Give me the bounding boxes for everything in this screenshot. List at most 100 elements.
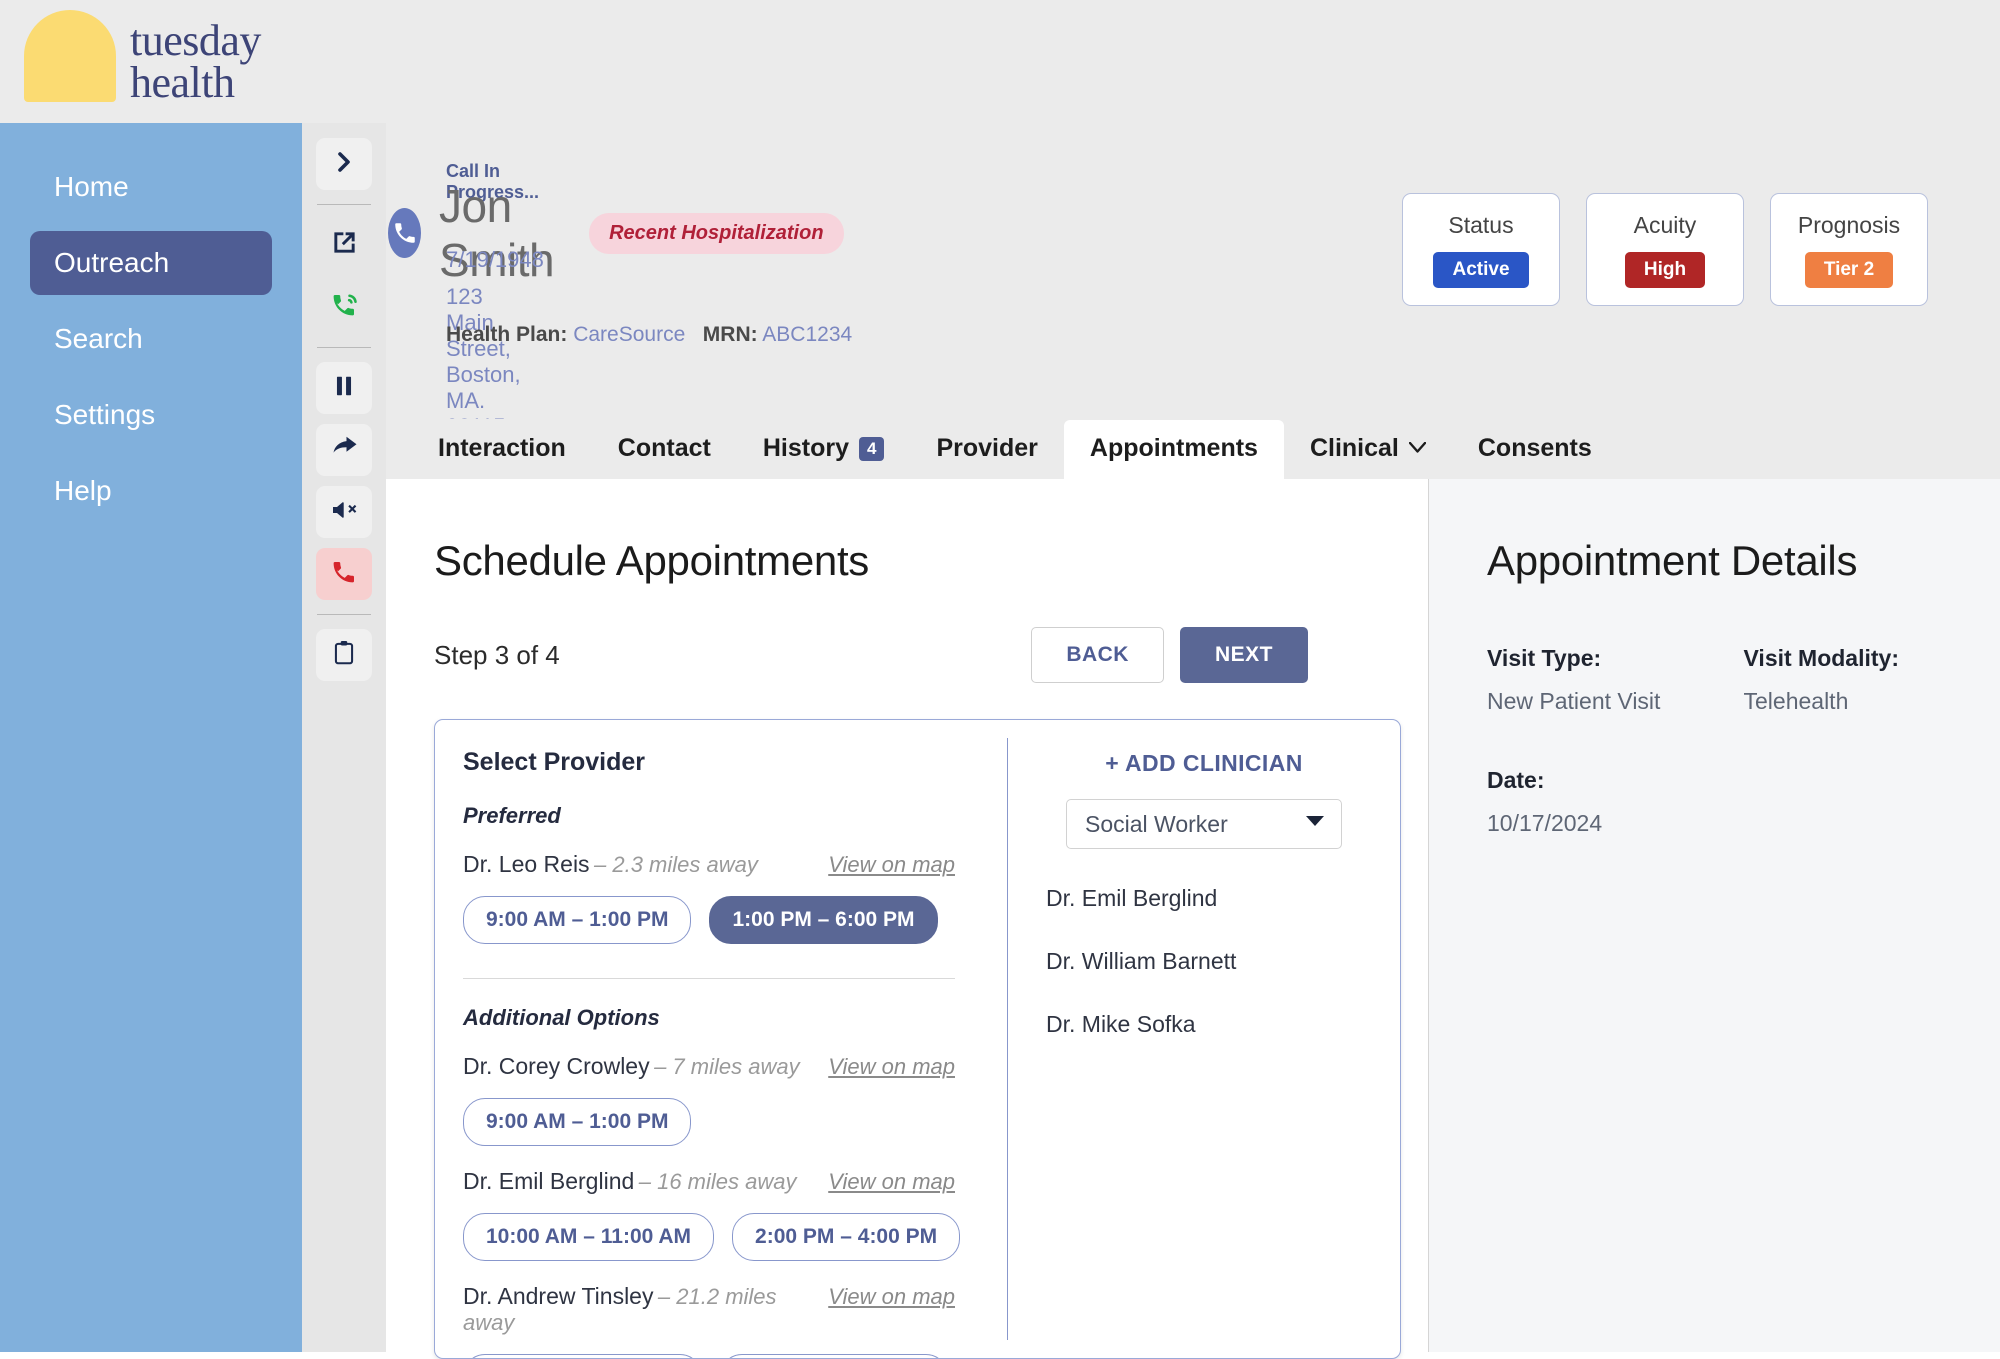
time-slot-row: 9:00 AM – 1:00 PM 1:00 PM – 6:00 PM — [463, 896, 1007, 944]
tab-label: Provider — [936, 434, 1037, 463]
sidebar-item-home[interactable]: Home — [30, 155, 272, 219]
date-block: Date: 10/17/2024 — [1487, 767, 2000, 837]
view-on-map-link[interactable]: View on map — [828, 852, 955, 878]
sidebar-item-settings[interactable]: Settings — [30, 383, 272, 447]
brand-logo[interactable]: tuesday health — [24, 10, 261, 108]
tab-clinical[interactable]: Clinical — [1284, 420, 1452, 479]
provider-row: Dr. Leo Reis – 2.3 miles away View on map — [463, 851, 955, 878]
time-slot-row: 10:00 AM – 11:00 AM 2:00 PM – 4:00 PM — [463, 1213, 1007, 1261]
pause-icon — [331, 373, 357, 404]
visit-modality-block: Visit Modality: Telehealth — [1744, 645, 2000, 715]
visit-modality-label: Visit Modality: — [1744, 645, 2000, 672]
sidebar-item-help[interactable]: Help — [30, 459, 272, 523]
view-on-map-link[interactable]: View on map — [828, 1054, 955, 1080]
back-button[interactable]: BACK — [1031, 627, 1164, 683]
time-slot-button[interactable]: 2:00 PM – 4:00 PM — [732, 1213, 960, 1261]
health-plan-label: Health Plan: — [446, 323, 567, 346]
provider-name: Dr. Andrew Tinsley — [463, 1283, 653, 1309]
wizard-buttons: BACK NEXT — [1031, 627, 1308, 683]
external-link-button[interactable] — [316, 219, 372, 271]
clinician-list-item[interactable]: Dr. Mike Sofka — [1046, 1011, 1400, 1038]
time-slot-button[interactable]: 10:00 AM – 11:00 AM — [463, 1213, 714, 1261]
tab-interaction[interactable]: Interaction — [412, 420, 592, 479]
app-header-bar: tuesday health — [0, 0, 2000, 123]
visit-modality-value: Telehealth — [1744, 688, 2000, 715]
page-title: Schedule Appointments — [434, 537, 1428, 585]
preferred-section-title: Preferred — [463, 803, 1007, 829]
status-badge: High — [1625, 252, 1705, 288]
patient-dob: 7/19/1948 — [446, 247, 544, 273]
patient-tab-bar: Interaction Contact History 4 Provider Appoin… — [386, 419, 2000, 479]
select-provider-title: Select Provider — [463, 748, 1007, 777]
section-divider — [463, 978, 955, 979]
rail-separator — [317, 614, 371, 615]
brand-name-line1: tuesday — [130, 20, 261, 62]
sidebar-item-outreach[interactable]: Outreach — [30, 231, 272, 295]
tab-label: Contact — [618, 434, 711, 463]
main-content: Call In Progress... Jon Smith Recent Hos… — [386, 123, 2000, 1352]
tab-count-badge: 4 — [859, 437, 884, 461]
phone-active-call-button[interactable] — [316, 281, 372, 333]
visit-type-block: Visit Type: New Patient Visit — [1487, 645, 1744, 715]
appointment-details-title: Appointment Details — [1487, 537, 2000, 585]
stat-card-status: StatusActive — [1402, 193, 1560, 306]
health-plan-value: CareSource — [573, 323, 685, 346]
mute-speaker-icon — [330, 497, 358, 528]
provider-distance: – 2.3 miles away — [594, 852, 758, 877]
time-slot-button[interactable]: 1:00 PM – 3:00 PM — [720, 1354, 948, 1359]
stat-card-label: Prognosis — [1798, 212, 1900, 239]
stat-card-label: Acuity — [1634, 212, 1697, 239]
mute-speaker-button[interactable] — [316, 486, 372, 538]
provider-name-block: Dr. Corey Crowley – 7 miles away — [463, 1053, 800, 1080]
clinician-role-select[interactable]: Social Worker — [1066, 799, 1342, 849]
provider-name: Dr. Emil Berglind — [463, 1168, 634, 1194]
time-slot-button[interactable]: 9:00 AM – 1:00 PM — [463, 1098, 691, 1146]
appointment-details-pane: Appointment Details Visit Type: New Pati… — [1428, 479, 2000, 1352]
tab-history[interactable]: History 4 — [737, 420, 911, 479]
tab-label: History — [763, 434, 849, 463]
clipboard-notes-button[interactable] — [316, 629, 372, 681]
provider-distance: – 7 miles away — [654, 1054, 800, 1079]
tab-consents[interactable]: Consents — [1452, 420, 1618, 479]
time-slot-row: 8:00 AM – 11:00 AM 1:00 PM – 3:00 PM — [463, 1354, 1007, 1359]
step-indicator: Step 3 of 4 — [434, 640, 560, 671]
tab-provider[interactable]: Provider — [910, 420, 1063, 479]
sidebar-item-search[interactable]: Search — [30, 307, 272, 371]
add-clinician-button[interactable]: + ADD CLINICIAN — [1008, 750, 1400, 777]
select-provider-card: Select Provider Preferred Dr. Leo Reis –… — [434, 719, 1401, 1359]
date-value: 10/17/2024 — [1487, 810, 2000, 837]
tab-appointments[interactable]: Appointments — [1064, 420, 1284, 479]
date-label: Date: — [1487, 767, 2000, 794]
provider-name-block: Dr. Leo Reis – 2.3 miles away — [463, 851, 758, 878]
time-slot-button[interactable]: 8:00 AM – 11:00 AM — [463, 1354, 702, 1359]
hangup-phone-button[interactable] — [316, 548, 372, 600]
tab-contact[interactable]: Contact — [592, 420, 737, 479]
clinician-list-item[interactable]: Dr. William Barnett — [1046, 948, 1400, 975]
visit-type-value: New Patient Visit — [1487, 688, 1744, 715]
provider-name-block: Dr. Andrew Tinsley – 21.2 miles away — [463, 1283, 828, 1336]
additional-section-title: Additional Options — [463, 1005, 1007, 1031]
phone-active-call-icon — [329, 290, 359, 325]
expand-chevron-right-button[interactable] — [316, 138, 372, 190]
hangup-phone-icon — [329, 557, 359, 592]
recent-hospitalization-badge: Recent Hospitalization — [589, 213, 843, 254]
view-on-map-link[interactable]: View on map — [828, 1284, 955, 1310]
provider-name-block: Dr. Emil Berglind – 16 miles away — [463, 1168, 796, 1195]
transfer-forward-button[interactable] — [316, 424, 372, 476]
expand-chevron-right-icon — [332, 150, 356, 179]
clinician-list-item[interactable]: Dr. Emil Berglind — [1046, 885, 1400, 912]
next-button[interactable]: NEXT — [1180, 627, 1308, 683]
mrn-value: ABC1234 — [762, 323, 852, 346]
appointment-details-grid: Visit Type: New Patient Visit Visit Moda… — [1487, 645, 2000, 715]
mrn-label: MRN: — [703, 323, 758, 346]
clipboard-notes-icon — [331, 639, 357, 672]
clinician-results-list: Dr. Emil Berglind Dr. William Barnett Dr. … — [1008, 885, 1400, 1038]
rail-separator — [317, 347, 371, 348]
time-slot-button[interactable]: 9:00 AM – 1:00 PM — [463, 896, 691, 944]
brand-name-line2: health — [130, 62, 261, 104]
external-link-icon — [331, 229, 358, 261]
time-slot-button[interactable]: 1:00 PM – 6:00 PM — [709, 896, 937, 944]
view-on-map-link[interactable]: View on map — [828, 1169, 955, 1195]
pause-button[interactable] — [316, 362, 372, 414]
sun-logo-icon — [24, 10, 116, 102]
